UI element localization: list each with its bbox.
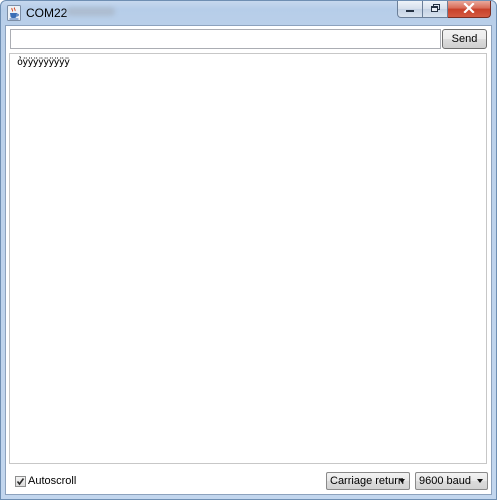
send-button[interactable]: Send — [442, 29, 487, 49]
close-icon — [463, 1, 475, 18]
serial-input-field[interactable] — [10, 29, 441, 49]
status-bar: Autoscroll Carriage return 9600 baud — [6, 467, 491, 494]
serial-output-area[interactable]: ỏÿÿÿÿÿÿÿÿÿ — [9, 53, 487, 464]
blurred-title-text — [67, 7, 115, 16]
java-cup-icon — [7, 5, 21, 21]
minimize-icon — [405, 1, 415, 18]
baud-rate-value: 9600 baud — [419, 475, 471, 487]
serial-monitor-window: COM22 Send ỏÿÿÿÿÿÿÿÿÿ Autoscroll Carriag… — [0, 0, 497, 500]
send-row: Send — [6, 26, 491, 53]
serial-output-text: ỏÿÿÿÿÿÿÿÿÿ — [17, 57, 70, 68]
maximize-icon — [430, 1, 441, 18]
checkmark-icon — [16, 478, 25, 486]
chevron-down-icon — [399, 479, 405, 483]
chevron-down-icon — [477, 479, 483, 483]
line-ending-dropdown[interactable]: Carriage return — [326, 472, 410, 490]
window-controls — [397, 1, 491, 19]
maximize-button[interactable] — [423, 1, 448, 18]
autoscroll-label[interactable]: Autoscroll — [28, 475, 76, 487]
line-ending-value: Carriage return — [330, 475, 404, 487]
minimize-button[interactable] — [397, 1, 423, 18]
baud-rate-dropdown[interactable]: 9600 baud — [415, 472, 488, 490]
client-area: Send ỏÿÿÿÿÿÿÿÿÿ Autoscroll Carriage retu… — [5, 25, 492, 495]
title-bar[interactable]: COM22 — [1, 1, 496, 25]
close-button[interactable] — [448, 1, 491, 18]
autoscroll-checkbox[interactable] — [15, 476, 26, 487]
window-title: COM22 — [26, 6, 68, 20]
